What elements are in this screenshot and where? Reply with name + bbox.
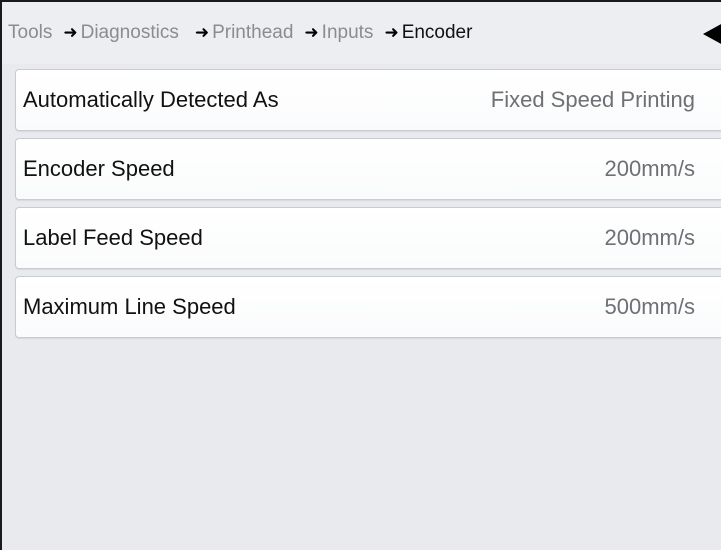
row-automatically-detected-as[interactable]: Automatically Detected As Fixed Speed Pr… xyxy=(15,69,721,131)
row-value: 500mm/s xyxy=(604,294,695,319)
arrow-right-icon: ➜ xyxy=(194,23,210,42)
row-label: Automatically Detected As xyxy=(23,87,279,112)
row-label: Encoder Speed xyxy=(23,156,175,181)
row-label-feed-speed[interactable]: Label Feed Speed 200mm/s xyxy=(15,207,721,269)
breadcrumb-item-inputs[interactable]: ➜ Inputs xyxy=(304,22,373,44)
breadcrumb-label: Encoder xyxy=(401,22,473,43)
row-label: Label Feed Speed xyxy=(23,225,203,250)
row-value: 200mm/s xyxy=(604,156,695,181)
arrow-right-icon: ➜ xyxy=(304,23,319,42)
screen: Tools ➜ Diagnostics ➜ Printhead ➜ Inputs… xyxy=(0,0,721,550)
breadcrumb-label: Tools xyxy=(8,22,53,43)
breadcrumb-label: Diagnostics xyxy=(80,22,179,43)
settings-list: Automatically Detected As Fixed Speed Pr… xyxy=(2,64,721,338)
breadcrumb-item-encoder: ➜ Encoder xyxy=(384,22,472,44)
arrow-right-icon: ➜ xyxy=(384,23,399,42)
breadcrumb-item-tools[interactable]: Tools xyxy=(8,22,52,44)
row-value: 200mm/s xyxy=(604,225,695,250)
row-maximum-line-speed[interactable]: Maximum Line Speed 500mm/s xyxy=(15,276,721,338)
breadcrumb-label: Inputs xyxy=(321,22,374,43)
row-value: Fixed Speed Printing xyxy=(490,87,695,112)
back-triangle-icon[interactable] xyxy=(703,23,721,45)
row-label: Maximum Line Speed xyxy=(23,294,236,319)
breadcrumb-item-diagnostics[interactable]: ➜ Diagnostics xyxy=(63,22,178,44)
breadcrumb: Tools ➜ Diagnostics ➜ Printhead ➜ Inputs… xyxy=(2,2,721,64)
breadcrumb-item-printhead[interactable]: ➜ Printhead xyxy=(195,22,294,44)
row-encoder-speed[interactable]: Encoder Speed 200mm/s xyxy=(15,138,721,200)
breadcrumb-label: Printhead xyxy=(212,22,294,43)
arrow-right-icon: ➜ xyxy=(63,23,78,42)
